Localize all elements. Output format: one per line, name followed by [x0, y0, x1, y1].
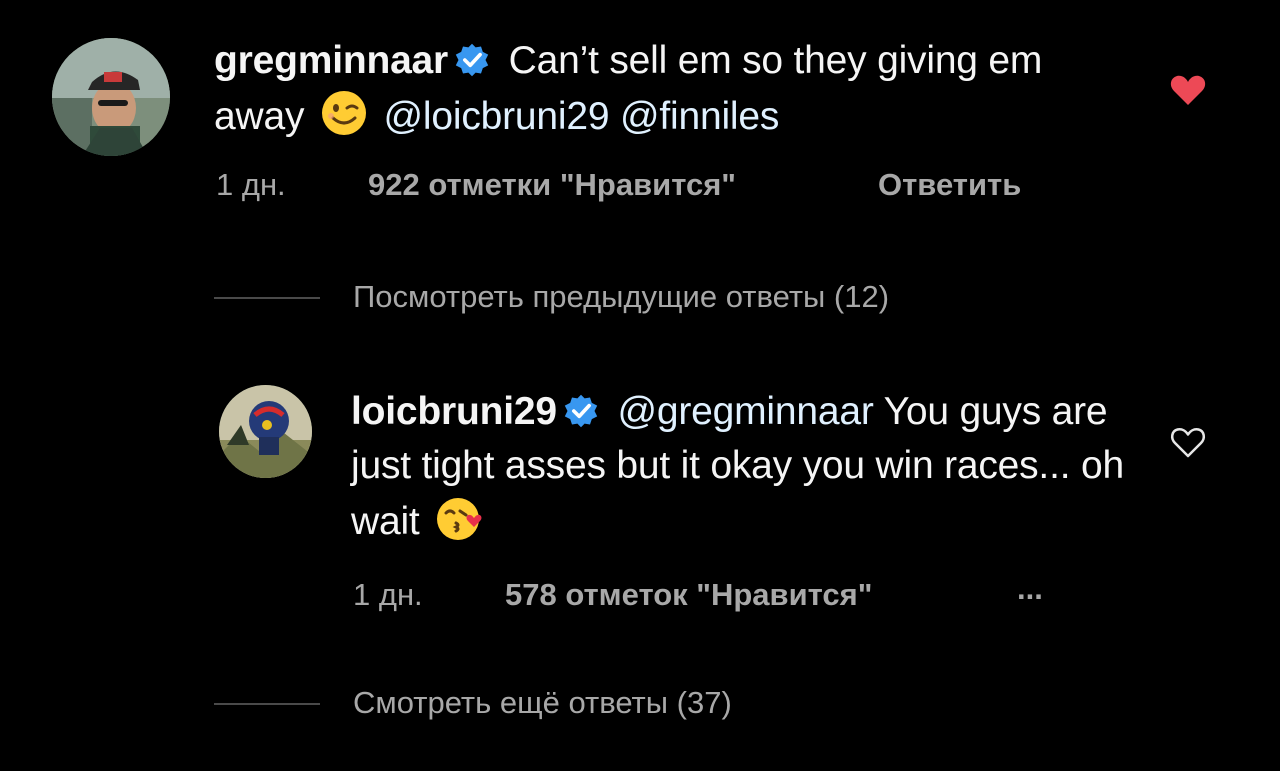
comment-body: gregminnaar Can’t sell em so they giving… [214, 34, 1114, 144]
like-heart-outline-icon[interactable] [1168, 422, 1208, 462]
mention-link-finniles[interactable]: @finniles [620, 95, 779, 138]
like-heart-filled-icon[interactable] [1168, 70, 1208, 110]
more-options-button[interactable]: ... [1017, 567, 1043, 611]
verified-badge-icon [563, 393, 599, 429]
avatar-image [219, 385, 312, 478]
reply-comment-body: loicbruni29 @gregminnaar You guys are ju… [351, 385, 1131, 549]
thread-divider-line [214, 703, 320, 705]
face-blowing-kiss-emoji-icon [434, 493, 484, 543]
winking-face-emoji-icon [319, 88, 369, 138]
avatar-gregminnaar[interactable] [52, 38, 170, 156]
avatar-loicbruni29[interactable] [219, 385, 312, 478]
reply-button[interactable]: Ответить [878, 163, 1021, 207]
comment-timestamp: 1 дн. [216, 167, 286, 202]
mention-link-loicbruni29[interactable]: @loicbruni29 [384, 95, 610, 138]
view-previous-replies-label: Посмотреть предыдущие ответы (12) [353, 279, 890, 314]
verified-badge-icon [454, 42, 490, 78]
reply-likes-count[interactable]: 578 отметок "Нравится" [505, 573, 872, 617]
view-more-replies-label: Смотреть ещё ответы (37) [353, 685, 732, 720]
thread-divider-line [214, 297, 320, 299]
comment-username[interactable]: gregminnaar [214, 39, 448, 82]
avatar-image [52, 38, 170, 156]
mention-link-gregminnaar[interactable]: @gregminnaar [618, 390, 874, 433]
comment-likes-count[interactable]: 922 отметки "Нравится" [368, 163, 736, 207]
reply-username[interactable]: loicbruni29 [351, 390, 557, 433]
reply-timestamp: 1 дн. [353, 577, 423, 612]
